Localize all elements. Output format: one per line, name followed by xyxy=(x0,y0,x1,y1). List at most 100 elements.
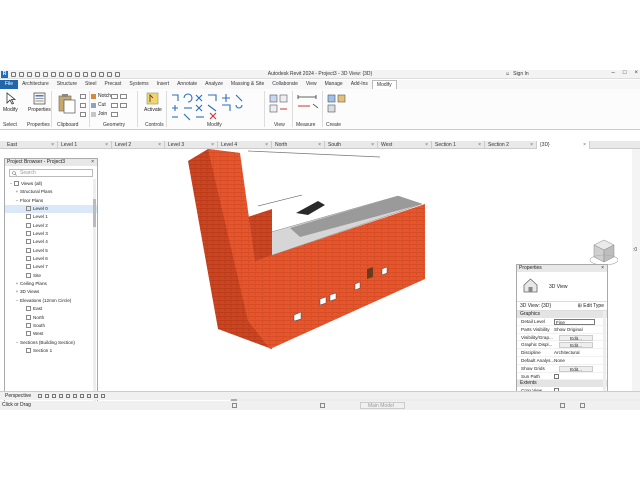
close-icon[interactable]: × xyxy=(51,141,54,149)
tree-item[interactable]: Site xyxy=(5,272,97,280)
tree-item[interactable]: Level 6 xyxy=(5,255,97,263)
reveal-hidden-icon[interactable] xyxy=(101,394,105,398)
browser-search-input[interactable]: Search xyxy=(9,169,93,177)
tab-view[interactable]: View xyxy=(302,80,321,89)
tab-systems[interactable]: Systems xyxy=(125,80,152,89)
group-select[interactable]: Select xyxy=(3,122,17,128)
view-tab-south[interactable]: South × xyxy=(325,141,378,149)
tree-item[interactable]: + Ceiling Plans xyxy=(5,280,97,288)
tab-analyze[interactable]: Analyze xyxy=(201,80,227,89)
tab-manage[interactable]: Manage xyxy=(321,80,347,89)
tree-item[interactable]: − Floor Plans xyxy=(5,197,97,205)
tree-item[interactable]: + Structural Plans xyxy=(5,188,97,196)
close-icon[interactable]: × xyxy=(265,141,268,149)
tab-structure[interactable]: Structure xyxy=(53,80,81,89)
close-icon[interactable]: × xyxy=(634,70,638,76)
tab-collaborate[interactable]: Collaborate xyxy=(268,80,302,89)
tab-file[interactable]: File xyxy=(0,80,19,89)
tab-add-ins[interactable]: Add-Ins xyxy=(347,80,372,89)
lock-icon[interactable] xyxy=(87,394,91,398)
close-icon[interactable]: × xyxy=(425,141,428,149)
close-icon[interactable]: × xyxy=(318,141,321,149)
join-button[interactable]: Join xyxy=(91,111,107,117)
close-icon[interactable]: × xyxy=(601,265,604,272)
close-icon[interactable]: × xyxy=(583,141,586,149)
tab-insert[interactable]: Insert xyxy=(153,80,174,89)
close-icon[interactable]: × xyxy=(91,159,94,166)
property-checkbox[interactable] xyxy=(554,373,559,379)
tab-steel[interactable]: Steel xyxy=(81,80,100,89)
render-icon[interactable] xyxy=(73,394,77,398)
tab-precast[interactable]: Precast xyxy=(100,80,125,89)
view-tab-north[interactable]: North × xyxy=(272,141,325,149)
tree-item[interactable]: South xyxy=(5,322,97,330)
tree-item[interactable]: Level 2 xyxy=(5,222,97,230)
close-icon[interactable]: × xyxy=(371,141,374,149)
view-tab-east[interactable]: East × xyxy=(4,141,58,149)
view-tab-section-1[interactable]: Section 1 × xyxy=(432,141,485,149)
property-value[interactable]: Fine xyxy=(554,319,595,325)
tab-annotate[interactable]: Annotate xyxy=(173,80,201,89)
close-icon[interactable]: × xyxy=(211,141,214,149)
crop-icon[interactable] xyxy=(80,394,84,398)
view-tab-3d[interactable]: {3D} × xyxy=(537,141,590,149)
tree-item[interactable]: Level 7 xyxy=(5,263,97,271)
sign-in[interactable]: ☺ Sign In xyxy=(505,71,529,77)
sun-path-icon[interactable] xyxy=(59,394,63,398)
tree-item[interactable]: West xyxy=(5,330,97,338)
tree-item[interactable]: − Views (all) xyxy=(5,180,97,188)
tab-modify[interactable]: Modify xyxy=(371,80,397,89)
match-properties-icon[interactable] xyxy=(80,112,86,117)
tree-item[interactable]: Level 5 xyxy=(5,247,97,255)
tab-massing-site[interactable]: Massing & Site xyxy=(227,80,268,89)
tree-item[interactable]: Level 4 xyxy=(5,238,97,246)
close-icon[interactable]: × xyxy=(158,141,161,149)
edit-button[interactable]: Edit... xyxy=(559,365,593,372)
view-tools-icons[interactable] xyxy=(268,93,290,115)
shadows-icon[interactable] xyxy=(66,394,70,398)
design-options-icon[interactable] xyxy=(320,403,325,408)
tree-item[interactable]: East xyxy=(5,305,97,313)
tree-item[interactable]: − Sections (Building Section) xyxy=(5,339,97,347)
filter-icon[interactable] xyxy=(580,403,585,408)
paint-icon[interactable] xyxy=(111,112,118,117)
close-icon[interactable]: × xyxy=(478,141,481,149)
edit-type-button[interactable]: ⊞ Edit Type xyxy=(578,302,604,311)
selection-filter-icon[interactable] xyxy=(560,403,565,408)
graphics-section[interactable]: Graphics xyxy=(517,311,607,318)
edit-button[interactable]: Edit... xyxy=(559,334,593,341)
tree-item[interactable]: +3D Views xyxy=(5,288,97,296)
tab-architecture[interactable]: Architecture xyxy=(18,80,53,89)
tree-item[interactable]: Level 0 xyxy=(5,205,97,214)
scale-icon[interactable] xyxy=(38,394,42,398)
viewcube-icon[interactable] xyxy=(586,237,618,267)
copy-icon[interactable] xyxy=(80,94,86,99)
paste-icon[interactable] xyxy=(57,93,77,115)
view-tab-level-3[interactable]: Level 3 × xyxy=(165,141,218,149)
model-selector[interactable]: Main Model xyxy=(360,402,405,409)
navigation-bar[interactable]: :0 xyxy=(632,149,640,391)
cut-geometry-button[interactable]: Cut xyxy=(91,102,106,108)
view-tab-section-2[interactable]: Section 2 × xyxy=(485,141,537,149)
close-icon[interactable]: × xyxy=(105,141,108,149)
measure-tools-icons[interactable] xyxy=(296,93,320,115)
modify-tools-icons[interactable] xyxy=(170,93,260,121)
properties-button[interactable]: Properties xyxy=(28,92,51,113)
type-selector[interactable]: 3D View xyxy=(517,272,607,302)
close-icon[interactable]: × xyxy=(530,141,533,149)
extents-section[interactable]: Extents xyxy=(517,380,607,388)
notch-button[interactable]: Notch xyxy=(91,93,111,99)
view-tab-west[interactable]: West × xyxy=(378,141,432,149)
maximize-icon[interactable]: □ xyxy=(623,70,627,76)
remove-paint-icon[interactable] xyxy=(120,103,127,108)
edit-button[interactable]: Edit... xyxy=(559,342,593,349)
visual-style-icon[interactable] xyxy=(52,394,56,398)
split-face-icon[interactable] xyxy=(111,103,118,108)
create-tools-icons[interactable] xyxy=(326,93,350,115)
view-tab-level-2[interactable]: Level 2 × xyxy=(112,141,165,149)
instance-selector[interactable]: 3D View: {3D} ⊞ Edit Type xyxy=(517,302,607,311)
tree-item[interactable]: − Elevations (12mm Circle) xyxy=(5,297,97,305)
minimize-icon[interactable]: – xyxy=(612,70,615,76)
modify-button[interactable]: Modify xyxy=(3,92,18,113)
tree-item[interactable]: Level 1 xyxy=(5,213,97,221)
